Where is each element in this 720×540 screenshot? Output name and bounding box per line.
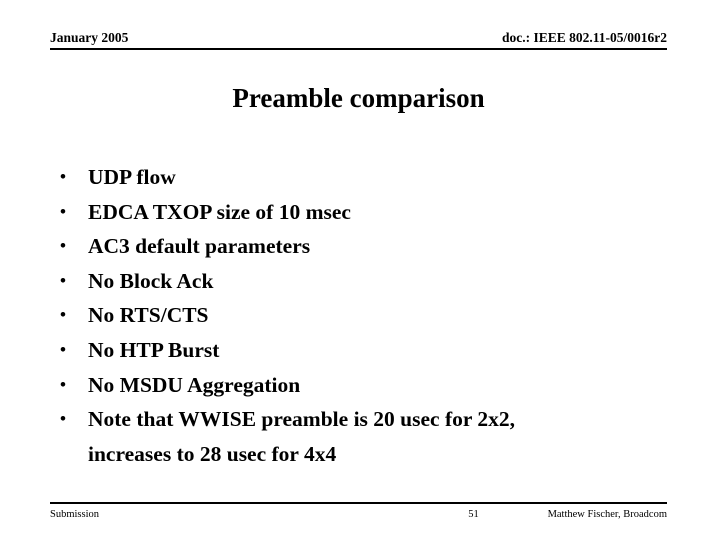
list-item: • EDCA TXOP size of 10 msec — [56, 195, 656, 230]
list-item: • No HTP Burst — [56, 333, 656, 368]
list-item-label: No RTS/CTS — [88, 303, 209, 328]
footer-submission-label: Submission — [50, 509, 100, 520]
footer-divider — [50, 502, 667, 504]
bullet-icon: • — [60, 201, 66, 221]
bullet-icon: • — [60, 270, 66, 290]
bullet-icon: • — [60, 167, 66, 186]
list-item: • AC3 default parameters — [56, 229, 656, 264]
header-divider — [50, 48, 667, 50]
header-date: January 2005 — [50, 30, 129, 45]
slide: January 2005 doc.: IEEE 802.11-05/0016r2… — [0, 0, 720, 540]
bullet-icon: • — [60, 409, 66, 429]
header-document-reference: doc.: IEEE 802.11-05/0016r2 — [501, 30, 667, 45]
bullet-icon: • — [60, 374, 66, 394]
list-item-label: AC3 default parameters — [88, 234, 311, 259]
list-item: • UDP flow — [56, 160, 656, 195]
footer-page-number: 51 — [468, 509, 479, 520]
footer-author: Matthew Fischer, Broadcom — [547, 509, 667, 520]
list-item-label: UDP flow — [88, 165, 176, 189]
list-item-label: No Block Ack — [88, 268, 214, 293]
list-item-label: Note that WWISE preamble is 20 usec for … — [88, 407, 516, 466]
list-item-label: No HTP Burst — [88, 337, 220, 362]
bullet-icon: • — [60, 236, 66, 256]
list-item: • No Block Ack — [56, 264, 656, 299]
list-item: • Note that WWISE preamble is 20 usec fo… — [56, 402, 656, 471]
list-item-label: EDCA TXOP size of 10 msec — [88, 199, 351, 224]
list-item-label: No MSDU Aggregation — [88, 372, 301, 397]
list-item: • No MSDU Aggregation — [56, 368, 656, 403]
slide-header: January 2005 doc.: IEEE 802.11-05/0016r2 — [50, 30, 667, 50]
page-title: Preamble comparison — [232, 83, 485, 113]
bullet-list: • UDP flow • EDCA TXOP size of 10 msec •… — [56, 160, 656, 471]
bullet-icon: • — [60, 339, 66, 359]
slide-footer: Submission 51 Matthew Fischer, Broadcom — [50, 508, 667, 526]
list-item: • No RTS/CTS — [56, 298, 656, 333]
bullet-icon: • — [60, 305, 66, 325]
